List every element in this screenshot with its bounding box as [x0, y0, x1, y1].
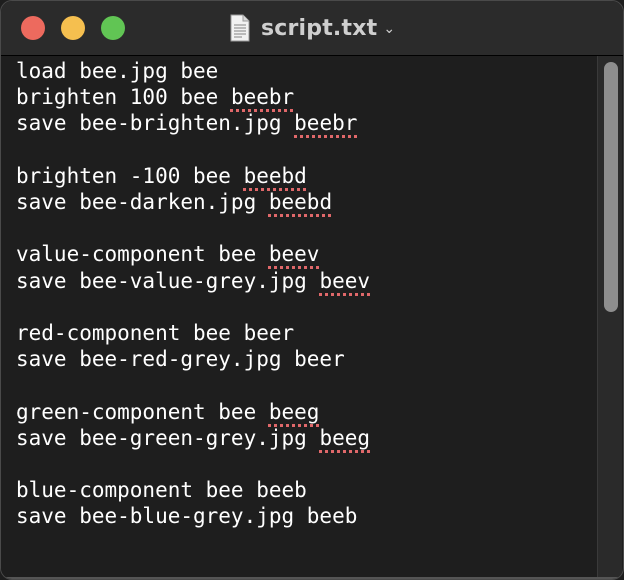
text-line[interactable]: save bee-red-grey.jpg beer	[16, 346, 345, 372]
scrollbar-thumb[interactable]	[604, 62, 618, 312]
window-title-group[interactable]: script.txt ⌄	[1, 1, 623, 55]
text-line[interactable]: save bee-darken.jpg beebd	[16, 189, 332, 215]
text-line[interactable]: save bee-brighten.jpg beebr	[16, 110, 357, 136]
line-text: save bee-value-grey.jpg	[16, 268, 320, 293]
misspelled-word[interactable]: beebd	[269, 190, 332, 214]
window-bottom-edge	[1, 577, 623, 579]
misspelled-word[interactable]: beebr	[231, 85, 294, 109]
document-icon	[230, 14, 250, 42]
text-line[interactable]: blue-component bee beeb	[16, 477, 307, 503]
text-line[interactable]: value-component bee beev	[16, 241, 319, 267]
misspelled-word[interactable]: beeg	[269, 400, 320, 424]
text-editor-window: script.txt ⌄ load bee.jpg bee brighten 10…	[0, 0, 624, 580]
line-text: brighten -100 bee	[16, 163, 244, 188]
text-line[interactable]: save bee-green-grey.jpg beeg	[16, 425, 370, 451]
text-line[interactable]: brighten 100 bee beebr	[16, 84, 294, 110]
title-bar[interactable]: script.txt ⌄	[1, 1, 623, 56]
text-line[interactable]: brighten -100 bee beebd	[16, 163, 307, 189]
line-text: brighten 100 bee	[16, 85, 231, 110]
chevron-down-icon[interactable]: ⌄	[383, 21, 395, 37]
line-text: value-component bee	[16, 242, 269, 267]
misspelled-word[interactable]: beebd	[244, 164, 307, 188]
vertical-scrollbar[interactable]	[597, 56, 622, 579]
text-line[interactable]: save bee-blue-grey.jpg beeb	[16, 503, 357, 529]
window-title: script.txt	[260, 15, 378, 41]
misspelled-word[interactable]: beev	[269, 242, 320, 266]
text-line[interactable]: load bee.jpg bee	[16, 58, 218, 84]
line-text: save bee-brighten.jpg	[16, 111, 295, 136]
text-area[interactable]: load bee.jpg bee brighten 100 bee beebr sa…	[1, 56, 597, 579]
line-text: save bee-green-grey.jpg	[16, 425, 320, 450]
text-line[interactable]: save bee-value-grey.jpg beev	[16, 268, 370, 294]
text-line[interactable]: green-component bee beeg	[16, 399, 319, 425]
text-line[interactable]: red-component bee beer	[16, 320, 294, 346]
misspelled-word[interactable]: beeg	[319, 426, 370, 450]
misspelled-word[interactable]: beebr	[294, 111, 357, 135]
line-text: green-component bee	[16, 399, 269, 424]
line-text: save bee-darken.jpg	[16, 190, 269, 214]
misspelled-word[interactable]: beev	[319, 269, 370, 293]
